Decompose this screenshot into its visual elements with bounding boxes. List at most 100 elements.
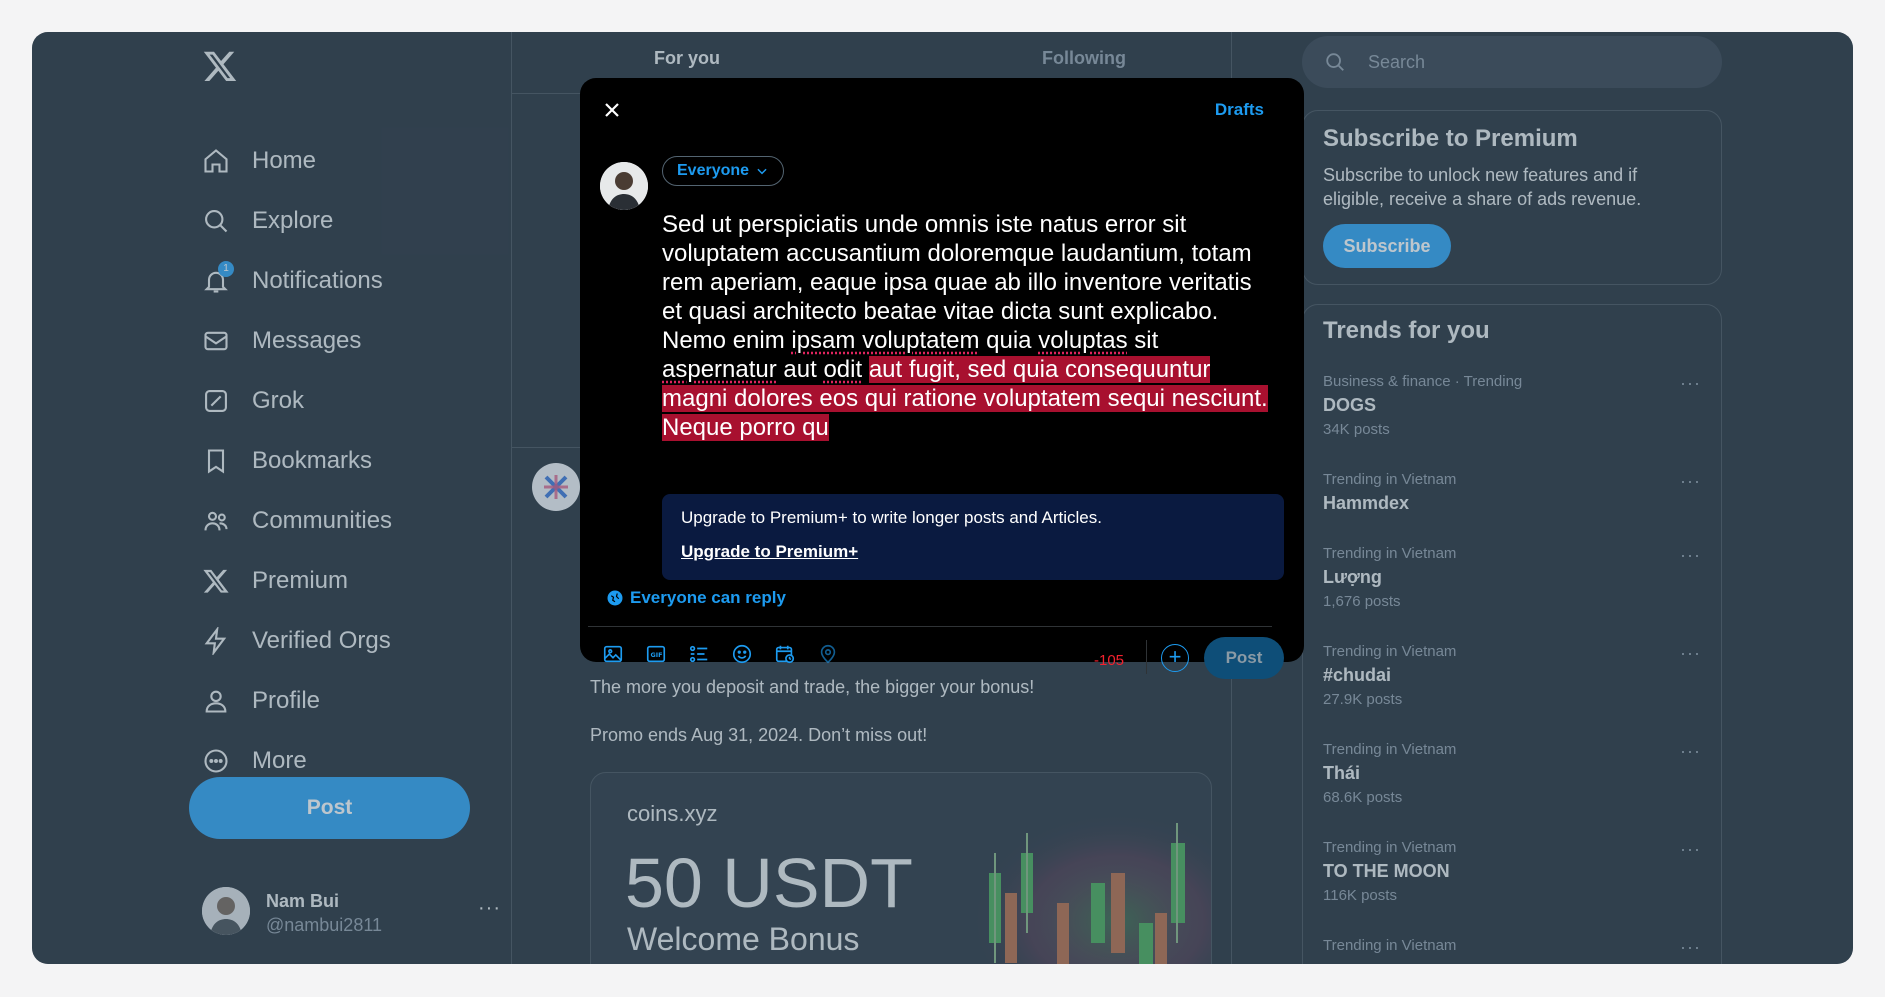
compose-post-dialog: Drafts Everyone Sed ut perspiciatis unde… <box>580 78 1304 679</box>
post-text: quia <box>979 327 1039 354</box>
trend-name: DOGS <box>1323 395 1377 415</box>
trend-item[interactable]: Trending in Vietnam TO THE MOON 116K pos… <box>1323 839 1713 904</box>
post-text-line: Promo ends Aug 31, 2024. Don’t miss out! <box>590 725 928 745</box>
sidebar-item-bookmarks[interactable]: Bookmarks <box>202 436 372 486</box>
sidebar-item-label: More <box>252 747 307 774</box>
avatar[interactable] <box>600 162 648 210</box>
post-text <box>862 356 869 383</box>
grok-icon <box>205 390 227 412</box>
image-icon[interactable] <box>602 643 624 665</box>
premium-upsell: Subscribe to Premium Subscribe to unlock… <box>1302 110 1722 285</box>
subscribe-button[interactable]: Subscribe <box>1323 224 1451 268</box>
more-circle-icon <box>204 749 228 773</box>
coins-logo-icon <box>544 475 568 499</box>
upgrade-text: Upgrade to Premium+ to write longer post… <box>681 508 1102 527</box>
misspelled-word: voluptas <box>1038 327 1128 354</box>
sidebar-item-messages[interactable]: Messages <box>202 316 361 366</box>
envelope-icon <box>204 331 228 351</box>
reply-settings-label: Everyone can reply <box>630 588 786 607</box>
premium-description: Subscribe to unlock new features and if … <box>1323 165 1642 209</box>
x-logo-icon[interactable] <box>202 48 238 84</box>
promo-avatar[interactable] <box>532 463 580 511</box>
drafts-button[interactable]: Drafts <box>1215 100 1264 120</box>
more-icon[interactable]: ··· <box>1680 643 1701 664</box>
sidebar-item-communities[interactable]: Communities <box>202 496 392 546</box>
trend-name: Thái <box>1323 763 1361 783</box>
sidebar-item-home[interactable]: Home <box>202 136 316 186</box>
search-placeholder: Search <box>1368 51 1426 72</box>
sidebar-item-verified-orgs[interactable]: Verified Orgs <box>202 616 391 666</box>
divider <box>588 626 1272 627</box>
reply-settings[interactable]: Everyone can reply <box>606 588 786 608</box>
sidebar-item-profile[interactable]: Profile <box>202 676 320 726</box>
trend-name: Lượng <box>1323 567 1382 587</box>
right-sidebar: Search Subscribe to Premium Subscribe to… <box>1262 32 1822 964</box>
trend-item[interactable]: Business & finance · Trending DOGS 34K p… <box>1323 373 1713 438</box>
sidebar-item-label: Communities <box>252 507 393 534</box>
schedule-icon[interactable] <box>774 643 796 665</box>
trend-name: Hammdex <box>1323 493 1410 513</box>
post-submit-button[interactable]: Post <box>1204 637 1284 679</box>
sidebar-item-label: Home <box>252 147 317 174</box>
trend-item[interactable]: Trending in Vietnam Hammdex ··· <box>1323 471 1713 514</box>
card-subline: Welcome Bonus <box>627 921 860 957</box>
trend-item[interactable]: Trending in Vietnam Thái 68.6K posts ··· <box>1323 741 1713 806</box>
person-icon <box>205 690 227 713</box>
promo-card[interactable]: coins.xyz 50 USDT Welcome Bonus <box>590 772 1212 964</box>
avatar <box>202 887 250 935</box>
trend-count: 34K posts <box>1323 421 1390 438</box>
gif-icon[interactable]: GIF <box>645 643 667 665</box>
more-icon[interactable]: ··· <box>1680 471 1701 492</box>
trend-item[interactable]: Trending in Vietnam ··· <box>1323 937 1713 957</box>
audience-selector[interactable]: Everyone <box>662 156 785 186</box>
sidebar-item-label: Messages <box>252 327 362 354</box>
svg-text:GIF: GIF <box>651 651 663 659</box>
globe-icon <box>607 590 623 606</box>
sidebar-item-explore[interactable]: Explore <box>202 196 333 246</box>
poll-icon[interactable] <box>688 643 710 665</box>
more-icon[interactable]: ··· <box>1680 839 1701 860</box>
trend-item[interactable]: Trending in Vietnam #chudai 27.9K posts … <box>1323 643 1713 708</box>
tab-for-you[interactable]: For you <box>654 48 720 69</box>
people-icon <box>204 511 228 531</box>
close-icon[interactable] <box>600 98 624 122</box>
compose-toolbar: GIF <box>602 643 860 665</box>
card-headline: 50 USDT <box>625 844 913 922</box>
trends-title: Trends for you <box>1323 317 1490 344</box>
trend-name: TO THE MOON <box>1323 861 1450 881</box>
more-icon[interactable]: ··· <box>1680 545 1701 566</box>
chevron-down-icon <box>757 168 767 175</box>
post-button[interactable]: Post <box>189 777 470 839</box>
more-icon[interactable]: ··· <box>1680 741 1701 762</box>
sidebar-item-label: Premium <box>252 567 349 594</box>
sidebar-item-notifications[interactable]: 1 Notifications <box>202 256 383 306</box>
account-switcher[interactable]: Nam Bui @nambui2811 ··· <box>202 887 502 943</box>
upgrade-link[interactable]: Upgrade to Premium+ <box>681 542 858 562</box>
trend-context: Business & finance · Trending <box>1323 373 1523 390</box>
sidebar-item-label: Verified Orgs <box>252 627 391 654</box>
sidebar-item-label: Grok <box>252 387 305 414</box>
search-input[interactable]: Search <box>1302 36 1722 88</box>
trends-panel: Trends for you Business & finance · Tren… <box>1302 304 1722 964</box>
trend-item[interactable]: Trending in Vietnam Lượng 1,676 posts ··… <box>1323 545 1713 610</box>
bookmark-icon <box>207 449 225 474</box>
add-post-button[interactable]: + <box>1161 644 1189 672</box>
post-text-line: The more you deposit and trade, the bigg… <box>590 677 1035 697</box>
location-icon[interactable] <box>817 643 839 665</box>
sidebar-item-label: Bookmarks <box>252 447 373 474</box>
post-text-editor[interactable]: Sed ut perspiciatis unde omnis iste natu… <box>662 210 1272 442</box>
more-icon[interactable]: ··· <box>478 897 501 920</box>
emoji-icon[interactable] <box>731 643 753 665</box>
card-brand: coins.xyz <box>627 801 718 826</box>
sidebar-item-label: Notifications <box>252 267 383 294</box>
tab-following[interactable]: Following <box>1042 48 1126 69</box>
more-icon[interactable]: ··· <box>1680 373 1701 394</box>
home-icon <box>204 149 228 173</box>
trend-context: Trending in Vietnam <box>1323 643 1457 660</box>
sidebar-item-label: Profile <box>252 687 321 714</box>
sidebar-item-grok[interactable]: Grok <box>202 376 304 426</box>
account-handle: @nambui2811 <box>266 915 383 935</box>
search-icon <box>1326 53 1344 71</box>
sidebar-item-premium[interactable]: Premium <box>202 556 348 606</box>
more-icon[interactable]: ··· <box>1680 937 1701 958</box>
